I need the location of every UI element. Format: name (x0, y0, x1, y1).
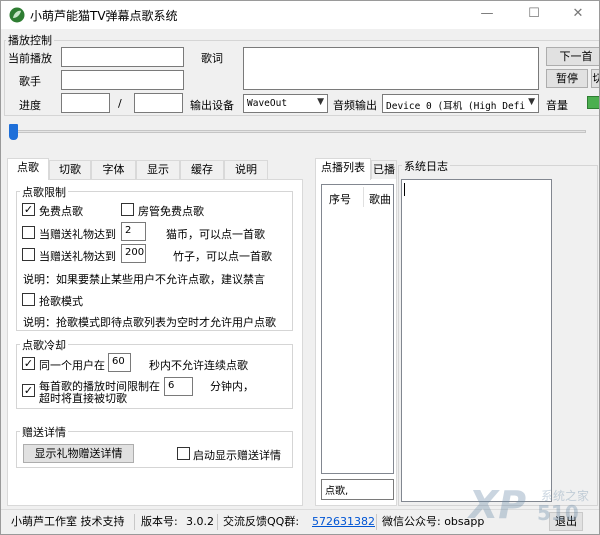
output-device-label: 输出设备 (190, 99, 234, 112)
tab-played[interactable]: 已播 (371, 160, 397, 179)
watermark-site-num: 510 (537, 501, 579, 525)
chevron-down-icon: ▼ (526, 97, 535, 107)
col-song-header[interactable]: 歌曲 (369, 191, 391, 207)
auto-show-gift-label: 启动显示赠送详情 (193, 449, 281, 462)
same-user-seconds-field[interactable]: 60 (108, 353, 131, 372)
cooldown-title: 点歌冷却 (20, 337, 68, 353)
same-user-checkbox[interactable]: ✓ (22, 357, 35, 370)
system-log-title: 系统日志 (402, 158, 450, 174)
room-admin-free-checkbox[interactable] (121, 203, 134, 216)
col-index-header[interactable]: 序号 (329, 191, 351, 207)
progress-label: 进度 (19, 99, 41, 112)
gift-cat-checkbox[interactable] (22, 226, 35, 239)
chevron-down-icon: ▼ (317, 97, 324, 107)
progress-slider-track[interactable] (11, 130, 586, 133)
title-bar[interactable]: 小萌芦能猫TV弹幕点歌系统 — ☐ ✕ (1, 1, 599, 29)
skip-button[interactable]: 切 (591, 69, 599, 88)
feedback-qq-link[interactable]: 572631382 (312, 513, 375, 531)
playlist-table[interactable] (321, 184, 394, 474)
system-log-box[interactable] (401, 179, 552, 502)
free-song-checkbox[interactable]: ✓ (22, 203, 35, 216)
auto-show-gift-checkbox[interactable] (177, 447, 190, 460)
progress-total-field[interactable] (134, 93, 183, 113)
version-label: 版本号: (141, 515, 178, 528)
same-user-suffix: 秒内不允许连续点歌 (149, 359, 248, 372)
song-request-input[interactable]: 点歌, (321, 479, 394, 500)
tab-playlist[interactable]: 点播列表 (315, 158, 371, 180)
volume-indicator[interactable] (587, 96, 599, 109)
audio-output-value: Device 0 (耳机 (High Defi (386, 101, 526, 112)
show-gift-details-button[interactable]: 显示礼物赠送详情 (23, 444, 134, 463)
lyrics-box[interactable] (243, 47, 539, 90)
feedback-label: 交流反馈QQ群: (223, 515, 300, 528)
playback-group-title: 播放控制 (6, 32, 54, 48)
singer-field[interactable] (61, 70, 184, 90)
gift-cat-field[interactable]: 2 (121, 222, 146, 241)
time-limit-label-2: 超时将直接被切歌 (39, 392, 127, 405)
note-grab-mode: 说明：抢歌模式即待点歌列表为空时才允许用户点歌 (23, 316, 276, 329)
output-device-value: WaveOut (247, 98, 288, 109)
watermark-brand: XP (469, 483, 527, 527)
close-button[interactable]: ✕ (557, 1, 599, 29)
pause-button[interactable]: 暂停 (546, 69, 588, 88)
grab-mode-label: 抢歌模式 (39, 295, 83, 308)
maximize-button[interactable]: ☐ (513, 1, 555, 29)
next-song-button[interactable]: 下一首 (546, 47, 599, 66)
minimize-button[interactable]: — (466, 1, 508, 29)
tab-help[interactable]: 说明 (224, 160, 268, 179)
gift-bamboo-field[interactable]: 200 (121, 244, 146, 263)
watermark: XP 系统之家 510 (469, 483, 599, 533)
audio-output-label: 音频输出 (333, 99, 377, 112)
singer-label: 歌手 (19, 75, 41, 88)
gift-cat-suffix: 猫币，可以点一首歌 (166, 228, 265, 241)
output-device-select[interactable]: WaveOut ▼ (243, 94, 328, 113)
audio-output-select[interactable]: Device 0 (耳机 (High Defi ▼ (382, 94, 539, 113)
status-separator (376, 514, 377, 530)
lyrics-label: 歌词 (201, 52, 223, 65)
app-leaf-icon (9, 7, 25, 23)
note-ban-users: 说明：如果要禁止某些用户不允许点歌，建议禁言 (23, 273, 265, 286)
free-song-label: 免费点歌 (39, 205, 83, 218)
current-label: 当前播放 (8, 52, 52, 65)
gift-details-title: 赠送详情 (20, 424, 68, 440)
gift-bamboo-suffix: 竹子，可以点一首歌 (173, 250, 272, 263)
status-separator (134, 514, 135, 530)
tab-song-request[interactable]: 点歌 (7, 158, 49, 180)
col-divider (363, 187, 364, 207)
gift-bamboo-label: 当赠送礼物达到 (39, 250, 116, 263)
song-limit-title: 点歌限制 (20, 184, 68, 200)
text-cursor (404, 183, 405, 196)
time-limit-checkbox[interactable]: ✓ (22, 384, 35, 397)
volume-label: 音量 (546, 99, 568, 112)
progress-slash: / (118, 97, 122, 110)
main-window: 小萌芦能猫TV弹幕点歌系统 — ☐ ✕ 播放控制 当前播放 歌手 进度 / 歌词… (0, 0, 600, 535)
room-admin-free-label: 房管免费点歌 (138, 205, 204, 218)
window-title: 小萌芦能猫TV弹幕点歌系统 (30, 9, 178, 23)
same-user-label: 同一个用户在 (39, 359, 105, 372)
tab-font[interactable]: 字体 (91, 160, 136, 179)
gift-bamboo-checkbox[interactable] (22, 248, 35, 261)
current-song-field[interactable] (61, 47, 184, 67)
time-limit-suffix: 分钟内， (210, 380, 254, 393)
version-value: 3.0.2 (186, 515, 214, 528)
time-limit-minutes-field[interactable]: 6 (164, 377, 193, 396)
tab-display[interactable]: 显示 (136, 160, 180, 179)
progress-slider-thumb[interactable] (9, 124, 18, 140)
grab-mode-checkbox[interactable] (22, 293, 35, 306)
tab-cut-song[interactable]: 切歌 (49, 160, 91, 179)
status-separator (217, 514, 218, 530)
studio-support-text: 小萌芦工作室 技术支持 (11, 515, 125, 528)
gift-cat-label: 当赠送礼物达到 (39, 228, 116, 241)
progress-current-field[interactable] (61, 93, 110, 113)
tab-cache[interactable]: 缓存 (180, 160, 224, 179)
